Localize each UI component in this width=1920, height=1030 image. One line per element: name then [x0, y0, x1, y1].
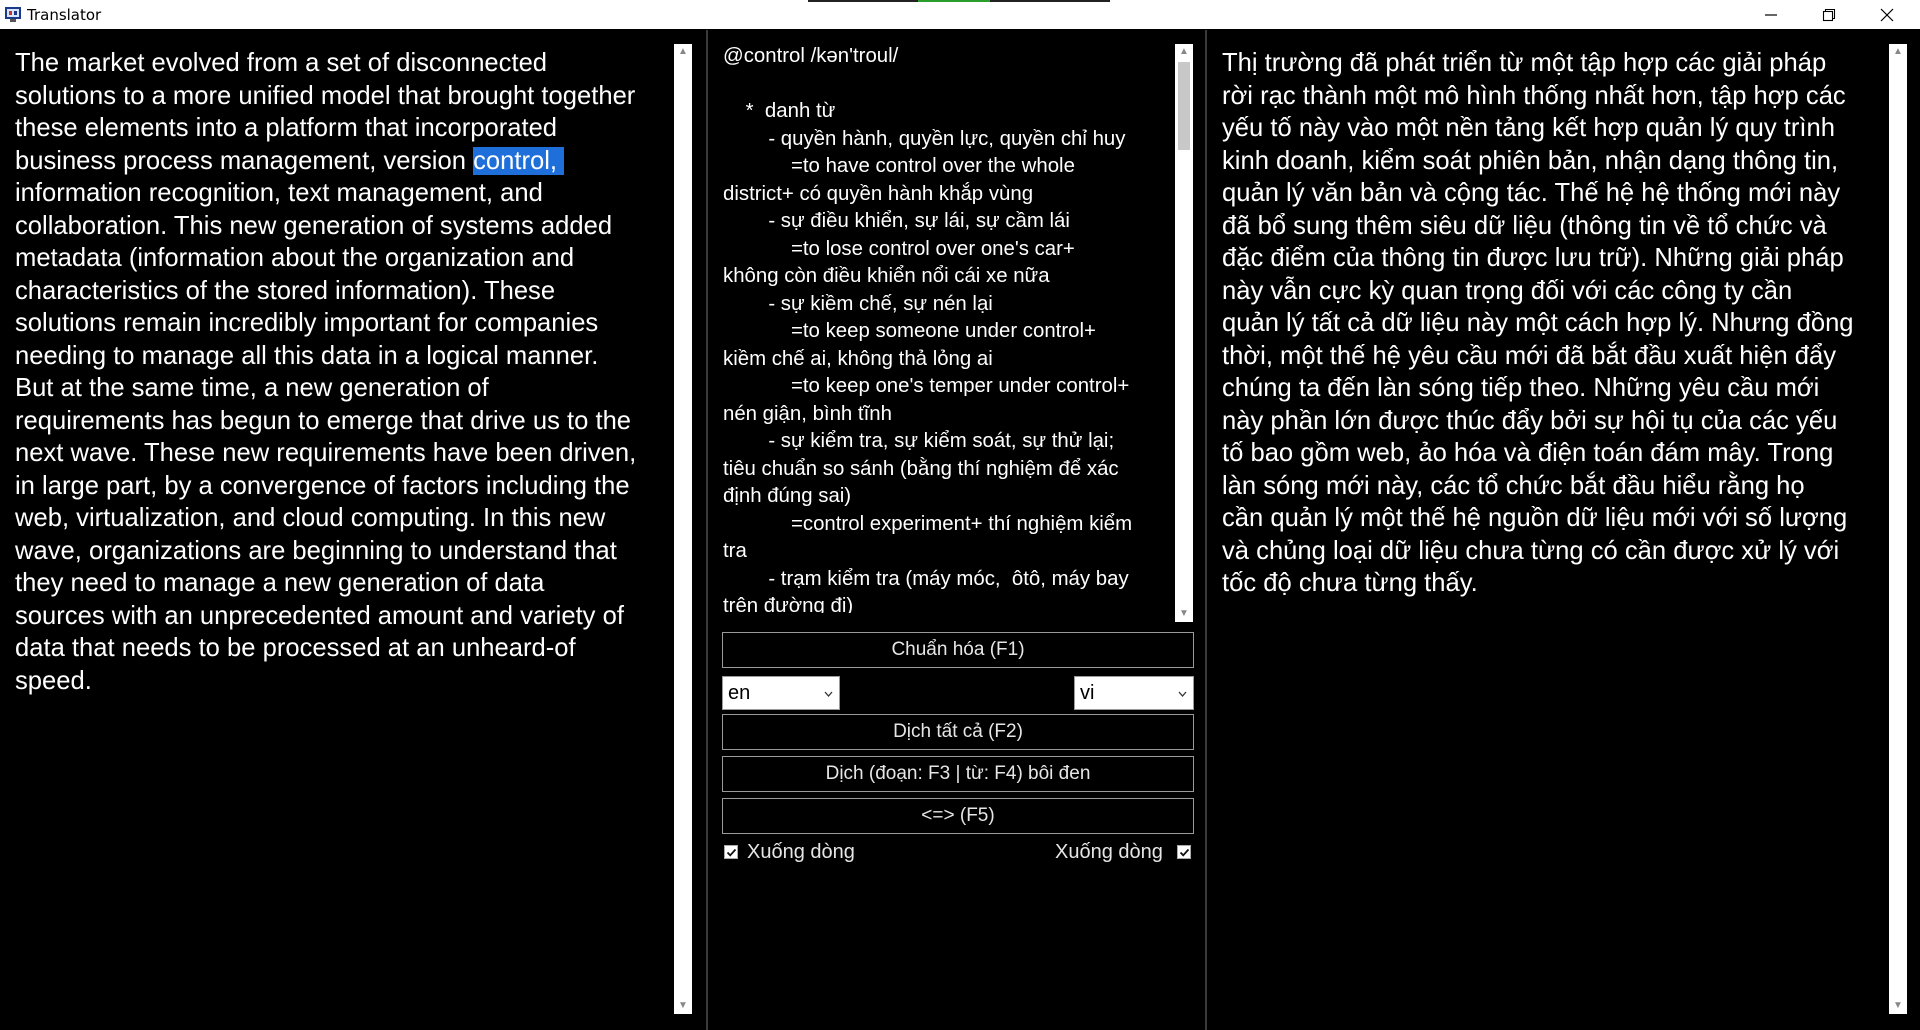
chevron-down-icon [1178, 691, 1187, 697]
source-language-value: en [728, 682, 751, 704]
target-language-select[interactable]: vi [1074, 676, 1194, 710]
scroll-up-icon[interactable]: ▲ [1889, 44, 1907, 60]
dictionary-scrollbar[interactable]: ▲ ▼ [1175, 44, 1193, 622]
swap-languages-button[interactable]: <=> (F5) [722, 798, 1194, 834]
translate-selected-button[interactable]: Dịch (đoạn: F3 | từ: F4) bôi đen [722, 756, 1194, 792]
title-bar: Translator [0, 0, 1920, 29]
scroll-up-icon[interactable]: ▲ [1175, 44, 1193, 60]
source-text-after: information recognition, text management… [15, 179, 637, 695]
wrap-left-label[interactable]: Xuống dòng [747, 840, 855, 864]
close-button[interactable] [1858, 0, 1916, 29]
source-panel: The market evolved from a set of disconn… [0, 30, 708, 1030]
scroll-down-icon[interactable]: ▼ [1889, 998, 1907, 1014]
target-panel: Thị trường đã phát triển từ một tập hợp … [1209, 30, 1920, 1030]
normalize-button[interactable]: Chuẩn hóa (F1) [722, 632, 1194, 668]
target-textarea[interactable]: Thị trường đã phát triển từ một tập hợp … [1222, 47, 1902, 600]
checkmark-icon [1179, 848, 1190, 857]
wrap-right-checkbox[interactable] [1177, 845, 1191, 859]
wrap-right-label[interactable]: Xuống dòng [1055, 840, 1163, 864]
scroll-down-icon[interactable]: ▼ [1175, 606, 1193, 622]
source-scrollbar[interactable]: ▲ ▼ [674, 44, 692, 1014]
restore-button[interactable] [1800, 0, 1858, 29]
source-textarea[interactable]: The market evolved from a set of disconn… [15, 47, 675, 697]
control-panel: @control /kən'troul/ * danh từ - quyền h… [710, 30, 1207, 1030]
close-icon [1880, 8, 1894, 21]
title-bar-accent [918, 0, 990, 2]
restore-icon [1822, 8, 1836, 21]
wrap-left-checkbox[interactable] [724, 845, 738, 859]
translate-all-button[interactable]: Dịch tất cả (F2) [722, 714, 1194, 750]
dictionary-textarea[interactable]: @control /kən'troul/ * danh từ - quyền h… [723, 43, 1183, 613]
chevron-down-icon [824, 691, 833, 697]
source-selected-text: control, [473, 146, 565, 175]
minimize-icon [1765, 13, 1777, 16]
window-title: Translator [27, 6, 102, 24]
scroll-thumb[interactable] [1178, 62, 1190, 150]
target-language-value: vi [1080, 682, 1095, 704]
minimize-button[interactable] [1742, 0, 1800, 29]
translator-app-icon [5, 7, 21, 22]
checkmark-icon [726, 848, 737, 857]
scroll-up-icon[interactable]: ▲ [674, 44, 692, 60]
scroll-down-icon[interactable]: ▼ [674, 998, 692, 1014]
target-scrollbar[interactable]: ▲ ▼ [1889, 44, 1907, 1014]
source-language-select[interactable]: en [722, 676, 840, 710]
